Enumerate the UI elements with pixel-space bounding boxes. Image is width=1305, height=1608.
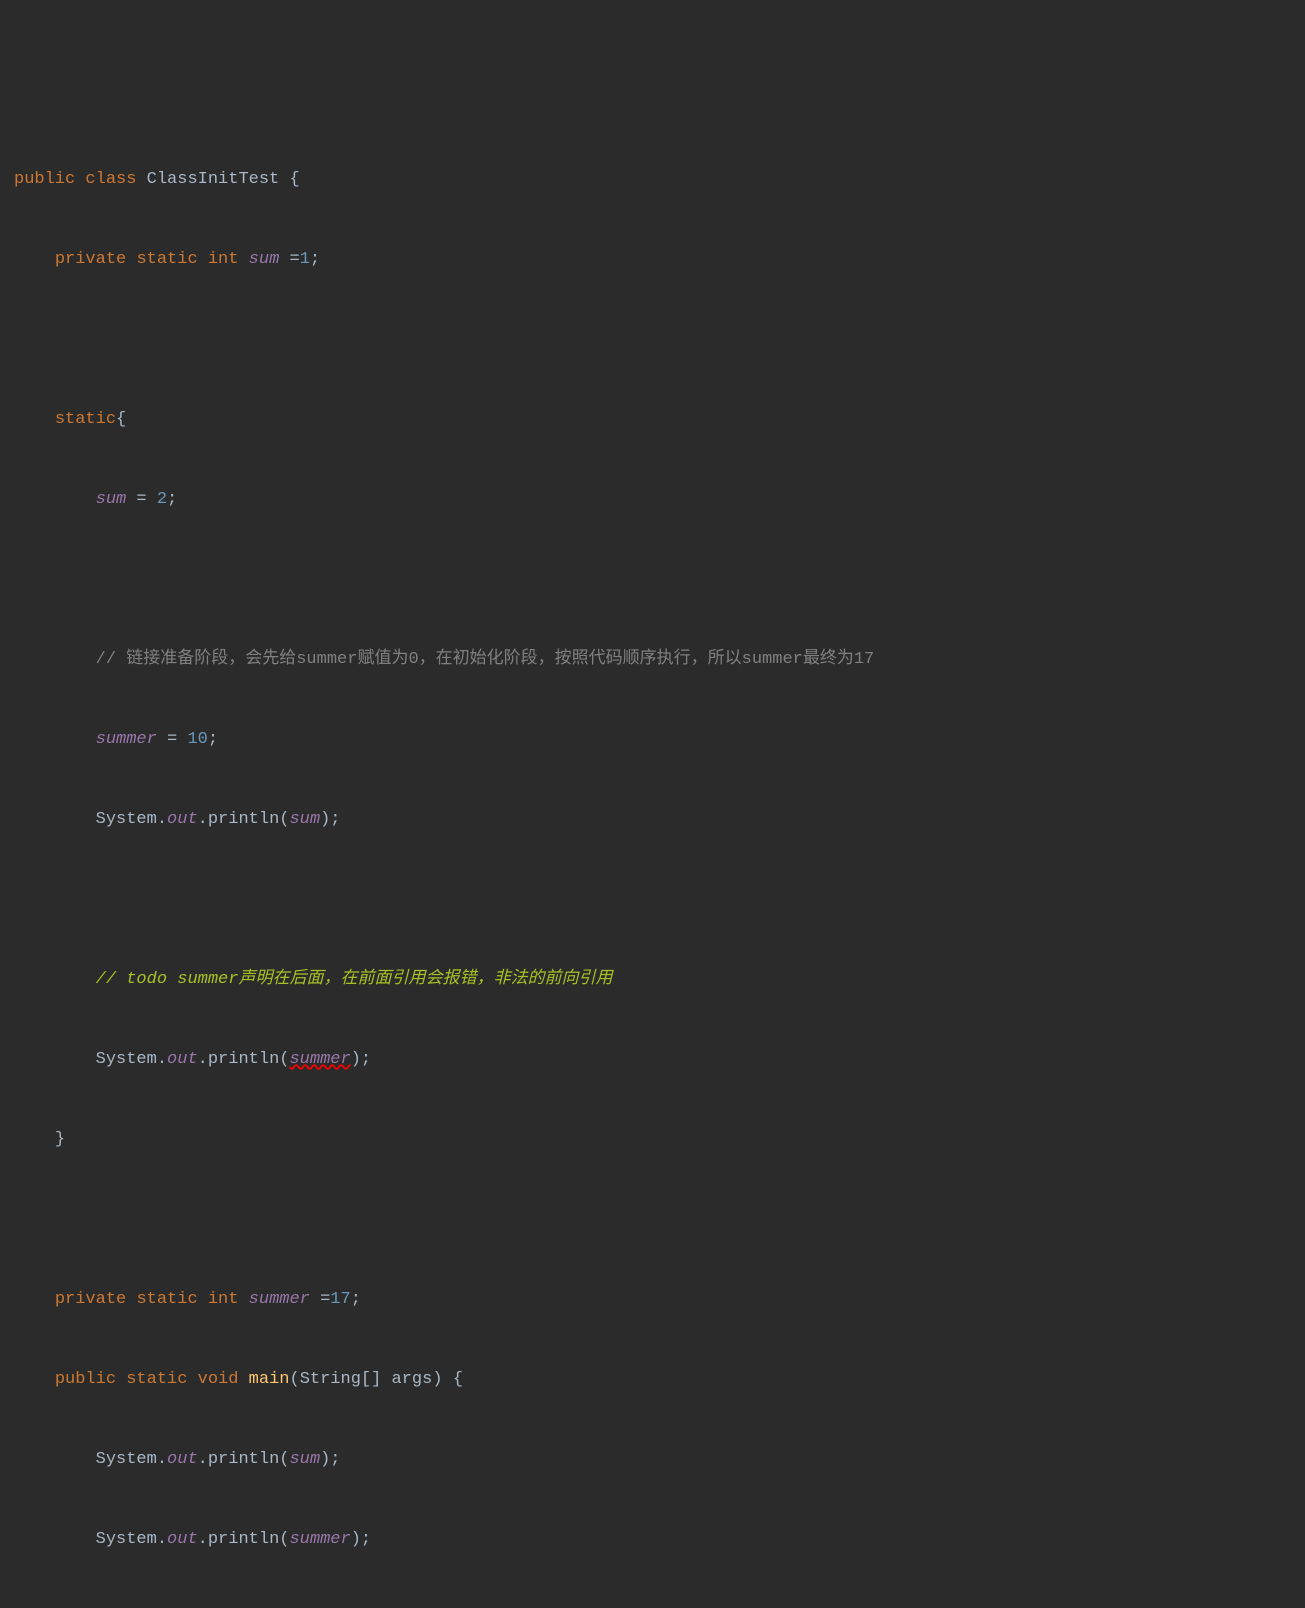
code-line-16: public static void main(String[] args) { bbox=[0, 1360, 1305, 1400]
dot: . bbox=[157, 1050, 167, 1069]
number-17: 17 bbox=[330, 1290, 350, 1309]
todo-keyword: todo bbox=[126, 970, 167, 989]
code-line-10 bbox=[0, 880, 1305, 920]
brace-open: { bbox=[116, 410, 126, 429]
field-sum: sum bbox=[289, 1450, 320, 1469]
code-line-2: private static int sum =1; bbox=[0, 240, 1305, 280]
code-line-19: } bbox=[0, 1600, 1305, 1608]
code-line-13: } bbox=[0, 1120, 1305, 1160]
method-println: println bbox=[208, 1050, 279, 1069]
code-line-9: System.out.println(sum); bbox=[0, 800, 1305, 840]
semicolon: ; bbox=[361, 1530, 371, 1549]
field-out: out bbox=[167, 1050, 198, 1069]
field-out: out bbox=[167, 1530, 198, 1549]
system-class: System bbox=[96, 1050, 157, 1069]
semicolon: ; bbox=[208, 730, 218, 749]
equals: = bbox=[126, 490, 157, 509]
keyword-int: int bbox=[208, 1290, 239, 1309]
field-sum: sum bbox=[289, 810, 320, 829]
system-class: System bbox=[96, 810, 157, 829]
paren-close: ) bbox=[320, 1450, 330, 1469]
paren-open: ( bbox=[279, 1050, 289, 1069]
keyword-public: public bbox=[14, 170, 75, 189]
semicolon: ; bbox=[330, 1450, 340, 1469]
dot: . bbox=[157, 810, 167, 829]
field-summer: summer bbox=[96, 730, 157, 749]
code-line-7: // 链接准备阶段，会先给summer赋值为0，在初始化阶段，按照代码顺序执行，… bbox=[0, 640, 1305, 680]
field-sum: sum bbox=[249, 250, 280, 269]
number-10: 10 bbox=[187, 730, 207, 749]
field-summer: summer bbox=[249, 1290, 310, 1309]
keyword-static: static bbox=[136, 1290, 197, 1309]
todo-prefix: // bbox=[96, 970, 127, 989]
field-sum: sum bbox=[96, 490, 127, 509]
number-2: 2 bbox=[157, 490, 167, 509]
type-string-array: String[] bbox=[300, 1370, 382, 1389]
code-line-18: System.out.println(summer); bbox=[0, 1520, 1305, 1560]
method-println: println bbox=[208, 1530, 279, 1549]
paren-open: ( bbox=[279, 810, 289, 829]
comment-line: // 链接准备阶段，会先给summer赋值为0，在初始化阶段，按照代码顺序执行，… bbox=[96, 650, 875, 669]
paren-open: ( bbox=[279, 1450, 289, 1469]
keyword-public: public bbox=[55, 1370, 116, 1389]
keyword-void: void bbox=[198, 1370, 239, 1389]
dot: . bbox=[198, 1530, 208, 1549]
semicolon: ; bbox=[167, 490, 177, 509]
dot: . bbox=[198, 810, 208, 829]
keyword-private: private bbox=[55, 1290, 126, 1309]
field-summer-error: summer bbox=[289, 1050, 350, 1069]
code-line-4: static{ bbox=[0, 400, 1305, 440]
semicolon: ; bbox=[330, 810, 340, 829]
equals: = bbox=[157, 730, 188, 749]
keyword-private: private bbox=[55, 250, 126, 269]
method-main: main bbox=[249, 1370, 290, 1389]
code-line-5: sum = 2; bbox=[0, 480, 1305, 520]
field-summer: summer bbox=[289, 1530, 350, 1549]
code-line-15: private static int summer =17; bbox=[0, 1280, 1305, 1320]
semicolon: ; bbox=[310, 250, 320, 269]
system-class: System bbox=[96, 1530, 157, 1549]
system-class: System bbox=[96, 1450, 157, 1469]
code-line-8: summer = 10; bbox=[0, 720, 1305, 760]
equals: = bbox=[310, 1290, 330, 1309]
method-println: println bbox=[208, 1450, 279, 1469]
brace-open: { bbox=[453, 1370, 463, 1389]
code-line-17: System.out.println(sum); bbox=[0, 1440, 1305, 1480]
keyword-static: static bbox=[136, 250, 197, 269]
keyword-int: int bbox=[208, 250, 239, 269]
keyword-static: static bbox=[126, 1370, 187, 1389]
class-name: ClassInitTest bbox=[147, 170, 280, 189]
brace-close: } bbox=[55, 1130, 65, 1149]
paren-close: ) bbox=[351, 1050, 361, 1069]
equals: = bbox=[279, 250, 299, 269]
todo-comment: // todo summer声明在后面，在前面引用会报错，非法的前向引用 bbox=[96, 970, 613, 989]
dot: . bbox=[157, 1530, 167, 1549]
dot: . bbox=[198, 1050, 208, 1069]
paren-close: ) bbox=[351, 1530, 361, 1549]
code-line-1: public class ClassInitTest { bbox=[0, 160, 1305, 200]
todo-text: summer声明在后面，在前面引用会报错，非法的前向引用 bbox=[167, 970, 612, 989]
paren-close: ) bbox=[432, 1370, 442, 1389]
code-line-6 bbox=[0, 560, 1305, 600]
code-line-3 bbox=[0, 320, 1305, 360]
paren-close: ) bbox=[320, 810, 330, 829]
brace-open: { bbox=[289, 170, 299, 189]
number-1: 1 bbox=[300, 250, 310, 269]
dot: . bbox=[157, 1450, 167, 1469]
field-out: out bbox=[167, 1450, 198, 1469]
paren-open: ( bbox=[279, 1530, 289, 1549]
code-line-11: // todo summer声明在后面，在前面引用会报错，非法的前向引用 bbox=[0, 960, 1305, 1000]
code-line-14 bbox=[0, 1200, 1305, 1240]
dot: . bbox=[198, 1450, 208, 1469]
param-args: args bbox=[392, 1370, 433, 1389]
keyword-static: static bbox=[55, 410, 116, 429]
code-line-12: System.out.println(summer); bbox=[0, 1040, 1305, 1080]
paren-open: ( bbox=[289, 1370, 299, 1389]
semicolon: ; bbox=[361, 1050, 371, 1069]
field-out: out bbox=[167, 810, 198, 829]
method-println: println bbox=[208, 810, 279, 829]
keyword-class: class bbox=[85, 170, 136, 189]
semicolon: ; bbox=[351, 1290, 361, 1309]
